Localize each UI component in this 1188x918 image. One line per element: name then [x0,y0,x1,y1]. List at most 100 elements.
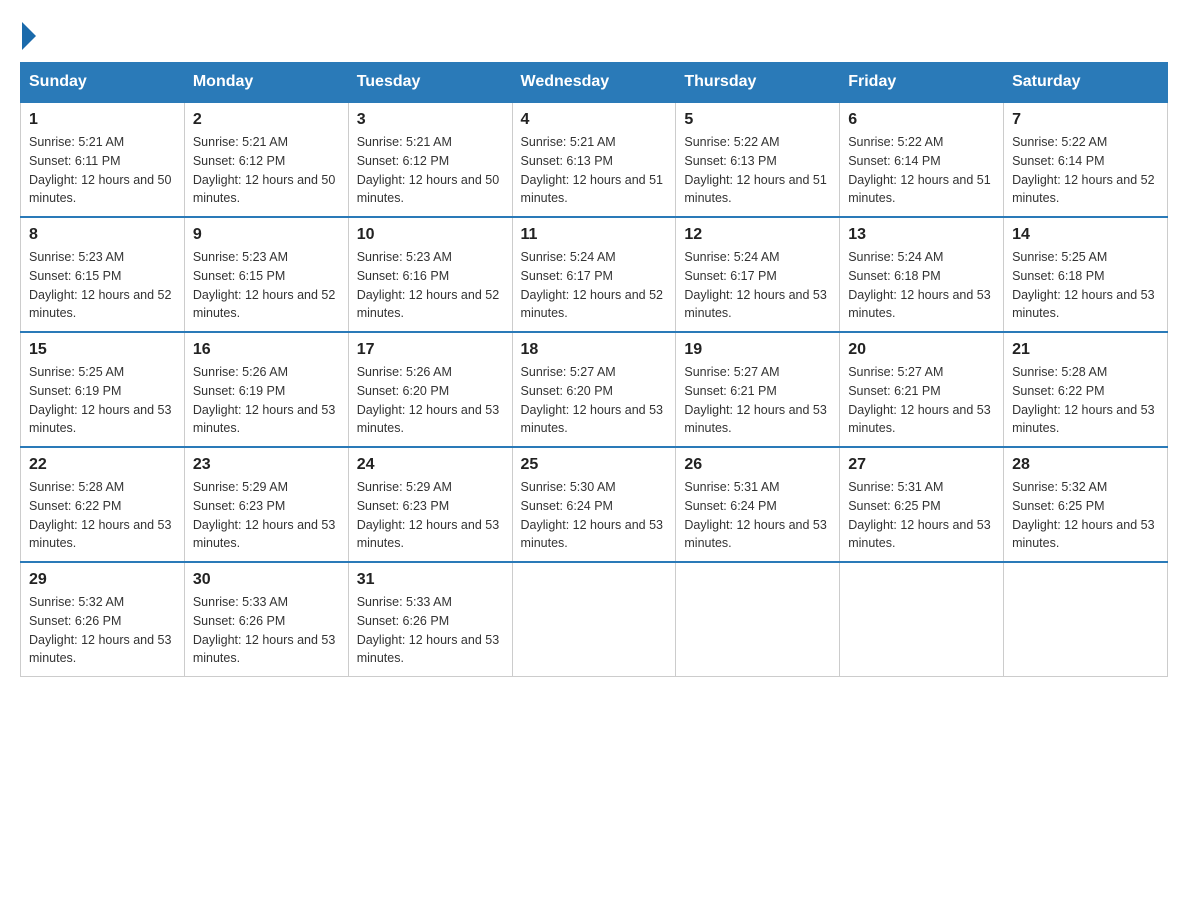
calendar-cell: 23 Sunrise: 5:29 AMSunset: 6:23 PMDayligh… [184,447,348,562]
day-number: 15 [29,341,176,359]
day-info: Sunrise: 5:26 AMSunset: 6:20 PMDaylight:… [357,363,504,438]
day-number: 30 [193,571,340,589]
header-day-tuesday: Tuesday [348,63,512,103]
day-number: 28 [1012,456,1159,474]
calendar-cell: 26 Sunrise: 5:31 AMSunset: 6:24 PMDayligh… [676,447,840,562]
calendar-cell: 15 Sunrise: 5:25 AMSunset: 6:19 PMDayligh… [21,332,185,447]
week-row-3: 15 Sunrise: 5:25 AMSunset: 6:19 PMDayligh… [21,332,1168,447]
day-info: Sunrise: 5:32 AMSunset: 6:26 PMDaylight:… [29,593,176,668]
day-info: Sunrise: 5:21 AMSunset: 6:12 PMDaylight:… [357,133,504,208]
day-info: Sunrise: 5:21 AMSunset: 6:11 PMDaylight:… [29,133,176,208]
calendar-cell: 16Sunrise: 5:26 AMSunset: 6:19 PMDayligh… [184,332,348,447]
day-info: Sunrise: 5:24 AMSunset: 6:18 PMDaylight:… [848,248,995,323]
day-info: Sunrise: 5:27 AMSunset: 6:21 PMDaylight:… [684,363,831,438]
day-number: 17 [357,341,504,359]
calendar-cell: 27 Sunrise: 5:31 AMSunset: 6:25 PMDayligh… [840,447,1004,562]
day-info: Sunrise: 5:31 AMSunset: 6:25 PMDaylight:… [848,478,995,553]
day-number: 7 [1012,111,1159,129]
calendar-header: SundayMondayTuesdayWednesdayThursdayFrid… [21,63,1168,103]
header-day-friday: Friday [840,63,1004,103]
day-number: 14 [1012,226,1159,244]
day-info: Sunrise: 5:29 AMSunset: 6:23 PMDaylight:… [193,478,340,553]
calendar-body: 1 Sunrise: 5:21 AMSunset: 6:11 PMDaylight… [21,102,1168,677]
day-number: 10 [357,226,504,244]
calendar-table: SundayMondayTuesdayWednesdayThursdayFrid… [20,62,1168,677]
calendar-cell: 2Sunrise: 5:21 AMSunset: 6:12 PMDaylight… [184,102,348,217]
day-info: Sunrise: 5:24 AMSunset: 6:17 PMDaylight:… [684,248,831,323]
day-info: Sunrise: 5:27 AMSunset: 6:20 PMDaylight:… [521,363,668,438]
week-row-5: 29Sunrise: 5:32 AMSunset: 6:26 PMDayligh… [21,562,1168,677]
calendar-cell: 28 Sunrise: 5:32 AMSunset: 6:25 PMDayligh… [1004,447,1168,562]
week-row-4: 22Sunrise: 5:28 AMSunset: 6:22 PMDayligh… [21,447,1168,562]
day-number: 18 [521,341,668,359]
calendar-cell: 10 Sunrise: 5:23 AMSunset: 6:16 PMDayligh… [348,217,512,332]
calendar-cell: 24 Sunrise: 5:29 AMSunset: 6:23 PMDayligh… [348,447,512,562]
calendar-cell: 30Sunrise: 5:33 AMSunset: 6:26 PMDayligh… [184,562,348,677]
empty-cell [1004,562,1168,677]
day-number: 6 [848,111,995,129]
day-number: 22 [29,456,176,474]
day-number: 19 [684,341,831,359]
day-info: Sunrise: 5:33 AMSunset: 6:26 PMDaylight:… [357,593,504,668]
page-header [20,20,1168,44]
day-number: 21 [1012,341,1159,359]
calendar-cell: 1 Sunrise: 5:21 AMSunset: 6:11 PMDaylight… [21,102,185,217]
day-info: Sunrise: 5:23 AMSunset: 6:16 PMDaylight:… [357,248,504,323]
day-number: 16 [193,341,340,359]
day-info: Sunrise: 5:29 AMSunset: 6:23 PMDaylight:… [357,478,504,553]
day-info: Sunrise: 5:22 AMSunset: 6:14 PMDaylight:… [1012,133,1159,208]
calendar-cell: 25 Sunrise: 5:30 AMSunset: 6:24 PMDayligh… [512,447,676,562]
day-info: Sunrise: 5:28 AMSunset: 6:22 PMDaylight:… [1012,363,1159,438]
calendar-cell: 5Sunrise: 5:22 AMSunset: 6:13 PMDaylight… [676,102,840,217]
day-number: 31 [357,571,504,589]
day-info: Sunrise: 5:23 AMSunset: 6:15 PMDaylight:… [29,248,176,323]
day-info: Sunrise: 5:31 AMSunset: 6:24 PMDaylight:… [684,478,831,553]
calendar-cell: 14 Sunrise: 5:25 AMSunset: 6:18 PMDayligh… [1004,217,1168,332]
calendar-cell: 3 Sunrise: 5:21 AMSunset: 6:12 PMDaylight… [348,102,512,217]
day-number: 12 [684,226,831,244]
day-info: Sunrise: 5:21 AMSunset: 6:13 PMDaylight:… [521,133,668,208]
header-row: SundayMondayTuesdayWednesdayThursdayFrid… [21,63,1168,103]
day-number: 11 [521,226,668,244]
header-day-monday: Monday [184,63,348,103]
header-day-saturday: Saturday [1004,63,1168,103]
empty-cell [512,562,676,677]
header-day-thursday: Thursday [676,63,840,103]
calendar-cell: 11Sunrise: 5:24 AMSunset: 6:17 PMDayligh… [512,217,676,332]
header-day-sunday: Sunday [21,63,185,103]
day-number: 3 [357,111,504,129]
day-info: Sunrise: 5:22 AMSunset: 6:14 PMDaylight:… [848,133,995,208]
day-number: 27 [848,456,995,474]
calendar-cell: 6 Sunrise: 5:22 AMSunset: 6:14 PMDaylight… [840,102,1004,217]
day-number: 9 [193,226,340,244]
logo-arrow-icon [22,22,36,50]
day-number: 20 [848,341,995,359]
day-number: 25 [521,456,668,474]
calendar-cell: 9 Sunrise: 5:23 AMSunset: 6:15 PMDaylight… [184,217,348,332]
day-info: Sunrise: 5:30 AMSunset: 6:24 PMDaylight:… [521,478,668,553]
day-info: Sunrise: 5:25 AMSunset: 6:18 PMDaylight:… [1012,248,1159,323]
week-row-2: 8Sunrise: 5:23 AMSunset: 6:15 PMDaylight… [21,217,1168,332]
day-number: 23 [193,456,340,474]
day-number: 24 [357,456,504,474]
calendar-cell: 19 Sunrise: 5:27 AMSunset: 6:21 PMDayligh… [676,332,840,447]
calendar-cell: 29Sunrise: 5:32 AMSunset: 6:26 PMDayligh… [21,562,185,677]
day-info: Sunrise: 5:27 AMSunset: 6:21 PMDaylight:… [848,363,995,438]
day-number: 4 [521,111,668,129]
day-info: Sunrise: 5:23 AMSunset: 6:15 PMDaylight:… [193,248,340,323]
calendar-cell: 17 Sunrise: 5:26 AMSunset: 6:20 PMDayligh… [348,332,512,447]
calendar-cell: 20 Sunrise: 5:27 AMSunset: 6:21 PMDayligh… [840,332,1004,447]
day-number: 13 [848,226,995,244]
calendar-cell: 7 Sunrise: 5:22 AMSunset: 6:14 PMDaylight… [1004,102,1168,217]
day-info: Sunrise: 5:25 AMSunset: 6:19 PMDaylight:… [29,363,176,438]
week-row-1: 1 Sunrise: 5:21 AMSunset: 6:11 PMDaylight… [21,102,1168,217]
day-info: Sunrise: 5:32 AMSunset: 6:25 PMDaylight:… [1012,478,1159,553]
calendar-cell: 22Sunrise: 5:28 AMSunset: 6:22 PMDayligh… [21,447,185,562]
calendar-cell: 18 Sunrise: 5:27 AMSunset: 6:20 PMDayligh… [512,332,676,447]
header-day-wednesday: Wednesday [512,63,676,103]
day-info: Sunrise: 5:21 AMSunset: 6:12 PMDaylight:… [193,133,340,208]
day-number: 1 [29,111,176,129]
day-number: 26 [684,456,831,474]
day-info: Sunrise: 5:22 AMSunset: 6:13 PMDaylight:… [684,133,831,208]
calendar-cell: 8Sunrise: 5:23 AMSunset: 6:15 PMDaylight… [21,217,185,332]
